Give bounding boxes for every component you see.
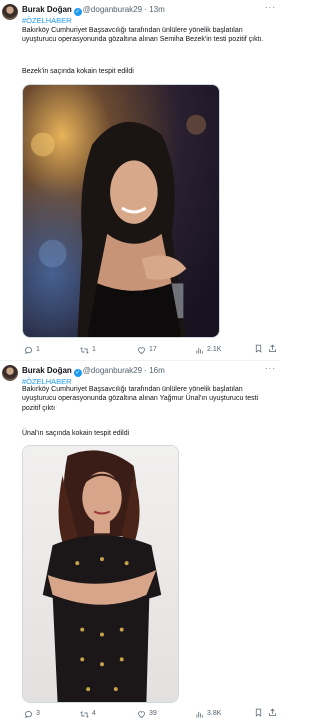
like-count: 39	[149, 710, 157, 717]
retweet-icon	[80, 710, 89, 718]
views-bar-chart-icon	[196, 347, 203, 353]
author-handle[interactable]: @doganburak29	[83, 366, 142, 375]
like-button[interactable]: 39	[137, 708, 157, 720]
reply-icon	[25, 346, 32, 354]
retweet-button[interactable]: 4	[80, 708, 96, 720]
bookmark-button[interactable]	[254, 344, 263, 353]
woman-portrait-photo	[23, 446, 178, 702]
tweet-time[interactable]: 16m	[149, 366, 165, 375]
tweet-actions: 1 1 17 2.1K	[22, 344, 277, 356]
tweet-1[interactable]: Burak Doğan ✓ @doganburak29 · 13m ··· #ÖZE…	[0, 0, 280, 361]
views-button[interactable]: 2.1K	[195, 344, 221, 356]
author-avatar[interactable]	[2, 4, 18, 20]
reply-count: 3	[36, 710, 40, 717]
reply-button[interactable]: 3	[24, 708, 40, 720]
heart-icon	[138, 346, 145, 354]
views-button[interactable]: 3.8K	[195, 708, 221, 720]
tweet-text-secondary: Ünal'ın saçında kokain tespit edildi	[22, 430, 130, 437]
retweet-count: 4	[92, 710, 96, 717]
tweet-text-secondary: Bezek'in saçında kokain tespit edildi	[22, 68, 134, 75]
views-count: 2.1K	[207, 346, 222, 353]
bookmark-icon	[255, 344, 262, 353]
like-button[interactable]: 17	[137, 344, 157, 356]
reply-icon	[25, 710, 32, 718]
share-button[interactable]	[268, 344, 277, 353]
woman-portrait-photo	[23, 85, 219, 337]
tweet-text: Bakırköy Cumhuriyet Başsavcılığı tarafın…	[22, 27, 264, 44]
tweet-actions: 3 4 39 3.8K	[22, 708, 277, 720]
tweet-photo[interactable]	[22, 84, 220, 338]
bookmark-button[interactable]	[254, 708, 263, 717]
tweet-time[interactable]: 13m	[149, 5, 165, 14]
author-name[interactable]: Burak Doğan	[22, 366, 72, 375]
retweet-count: 1	[92, 346, 96, 353]
verified-badge-icon: ✓	[73, 369, 82, 377]
more-options-icon[interactable]: ···	[265, 364, 276, 373]
share-icon	[269, 344, 276, 352]
share-icon	[269, 708, 276, 716]
retweet-button[interactable]: 1	[80, 344, 96, 356]
reply-button[interactable]: 1	[24, 344, 40, 356]
retweet-icon	[80, 346, 89, 354]
author-avatar[interactable]	[2, 365, 18, 381]
views-count: 3.8K	[207, 710, 222, 717]
views-bar-chart-icon	[196, 711, 203, 717]
tweet-text: Bakırköy Cumhuriyet Başsavcılığı tarafın…	[22, 386, 259, 412]
like-count: 17	[149, 346, 157, 353]
author-name[interactable]: Burak Doğan	[22, 5, 72, 14]
author-handle[interactable]: @doganburak29	[83, 5, 142, 14]
hashtag-link[interactable]: #ÖZELHABER	[22, 15, 72, 26]
share-button[interactable]	[268, 708, 277, 717]
tweet-2[interactable]: Burak Doğan ✓ @doganburak29 · 16m ··· #ÖZE…	[0, 361, 280, 722]
heart-icon	[138, 710, 145, 718]
verified-badge-icon: ✓	[73, 8, 82, 16]
reply-count: 1	[36, 346, 40, 353]
tweet-photo[interactable]	[22, 445, 179, 703]
bookmark-icon	[255, 708, 262, 717]
more-options-icon[interactable]: ···	[265, 3, 276, 12]
